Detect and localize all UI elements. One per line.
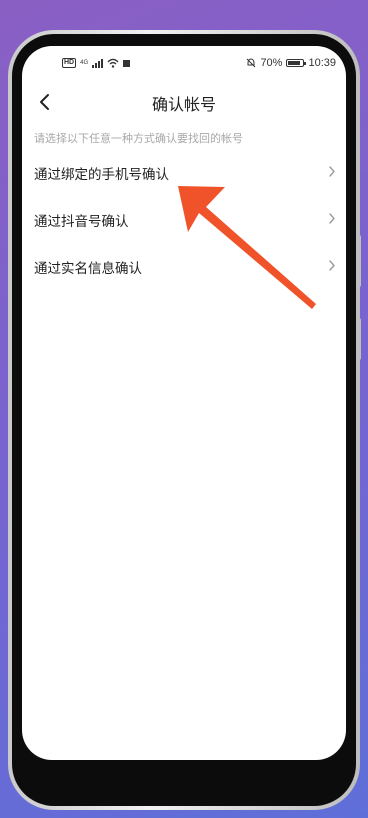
chevron-right-icon: [329, 213, 335, 224]
option-label: 通过绑定的手机号确认: [34, 167, 169, 183]
option-phone-number[interactable]: 通过绑定的手机号确认: [22, 148, 346, 195]
hd-badge: HD: [62, 58, 77, 68]
status-left: HD 4G: [62, 58, 131, 68]
wifi-icon: [107, 58, 119, 68]
page-title: 确认帐号: [151, 95, 216, 114]
notification-icon: [123, 59, 131, 67]
chevron-right-icon: [329, 260, 335, 271]
clock: 10:39: [308, 57, 336, 69]
network-type: 4G: [80, 60, 89, 66]
status-bar: HD 4G 70% 10:39: [22, 46, 346, 80]
option-label: 通过实名信息确认: [34, 261, 142, 277]
option-douyin-id[interactable]: 通过抖音号确认: [22, 195, 346, 242]
power-button: [356, 318, 361, 360]
option-real-name[interactable]: 通过实名信息确认: [22, 242, 346, 289]
signal-icon: [92, 58, 104, 68]
verification-options: 通过绑定的手机号确认 通过抖音号确认 通过实名信息确认: [22, 148, 346, 289]
battery-percent: 70%: [260, 57, 283, 69]
chevron-right-icon: [329, 166, 335, 177]
nav-bar: 确认帐号: [22, 80, 346, 124]
mute-icon: [247, 58, 256, 68]
instruction-text: 请选择以下任意一种方式确认要找回的帐号: [34, 132, 243, 145]
status-right: 70% 10:39: [246, 57, 336, 69]
volume-button: [356, 235, 361, 287]
option-label: 通过抖音号确认: [34, 214, 129, 230]
screen: HD 4G 70% 10:39 确认帐号 请选择以下任意一种方式确认要找回的帐号…: [22, 46, 346, 760]
battery-icon: [286, 59, 307, 67]
